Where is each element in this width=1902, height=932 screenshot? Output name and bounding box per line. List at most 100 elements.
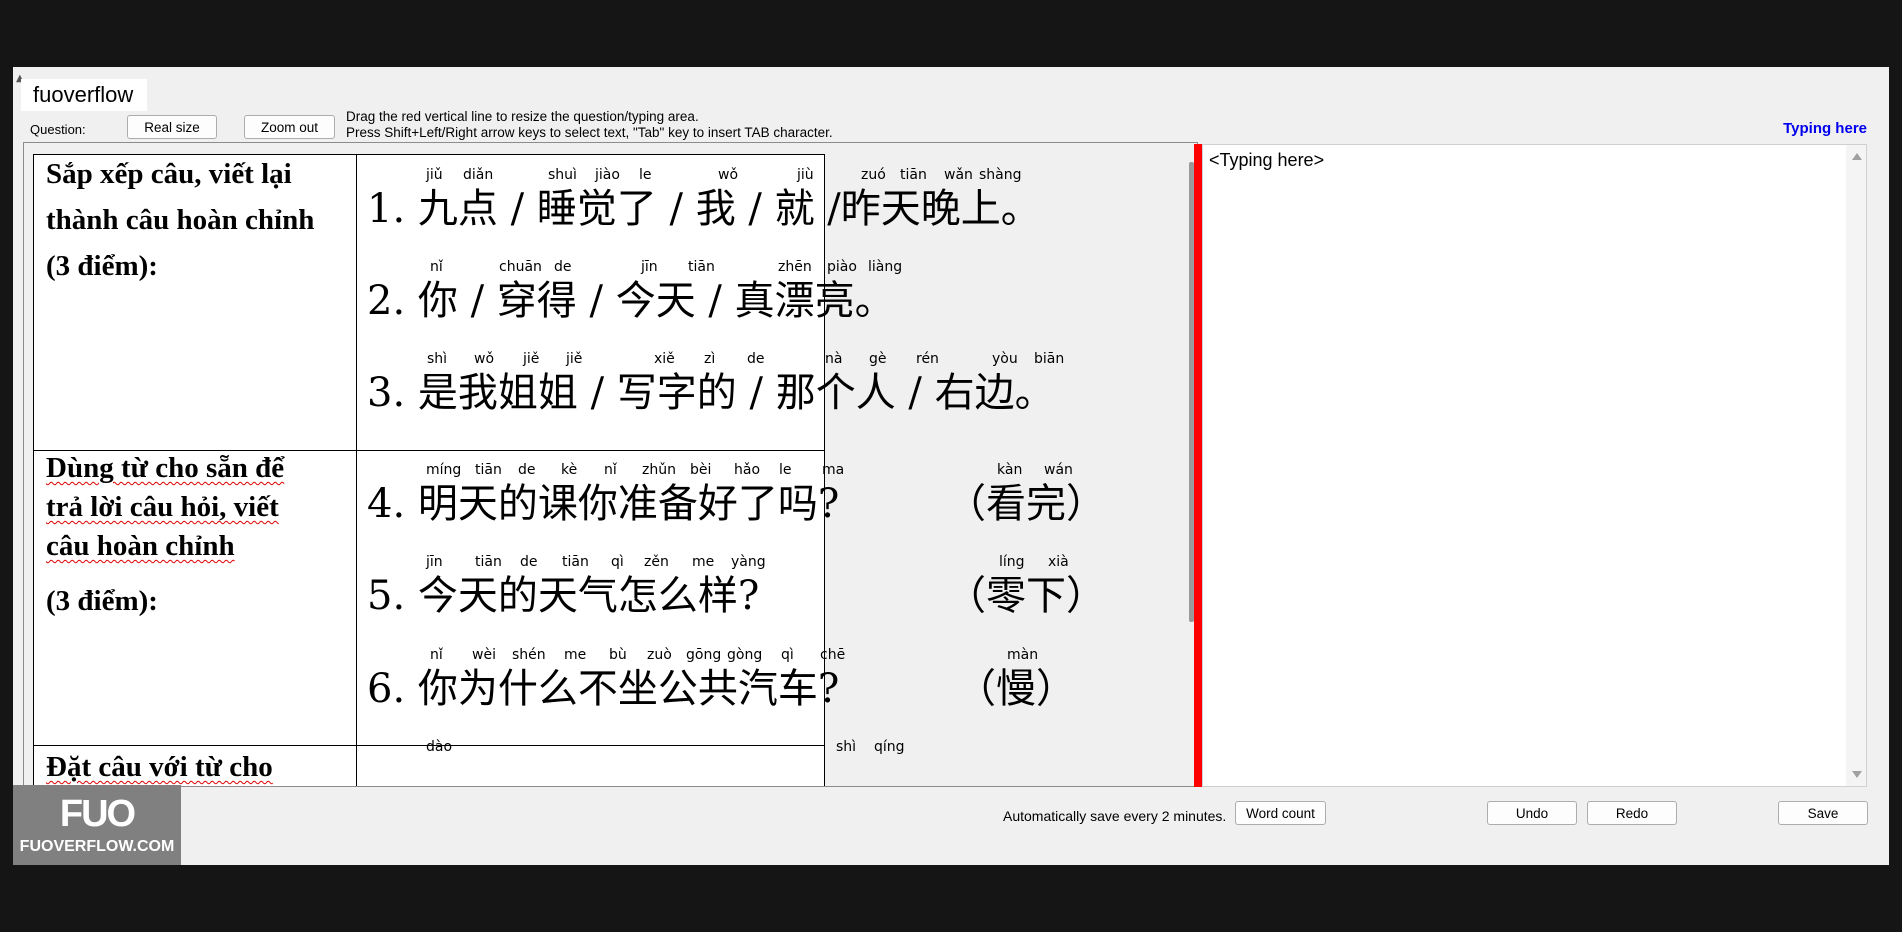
instruction-line-2: Press Shift+Left/Right arrow keys to sel… [346, 125, 833, 140]
q2-pinyin-1: chuān [499, 259, 542, 275]
q6-hint: （慢） [956, 666, 1076, 712]
q3-pinyin-10: yòu [992, 351, 1018, 367]
q6-pinyin-1: wèi [472, 647, 496, 663]
q4-pinyin-1: tiān [475, 462, 502, 478]
logo-mark: FUO [59, 793, 136, 835]
q6-pinyin-7: gòng [727, 647, 763, 663]
question-6: nǐ wèi shén me bù zuò gōng gòng qì chē m… [34, 647, 1076, 721]
redo-button[interactable]: Redo [1587, 801, 1677, 825]
real-size-button[interactable]: Real size [127, 115, 217, 139]
q3-pinyin-0: shì [427, 351, 448, 367]
q2-text: 2. 你 / 穿得 / 今天 / 真漂亮。 [367, 278, 895, 324]
typing-area[interactable]: <Typing here> [1202, 144, 1867, 787]
q4-pinyin-5: zhǔn [642, 462, 676, 478]
exam-window: ▲ fuoverflow Question: Real size Zoom ou… [13, 67, 1889, 865]
q4-text: 4. 明天的课你准备好了吗? [367, 481, 840, 527]
q4-pinyin-7: hǎo [734, 462, 761, 478]
typing-text[interactable]: <Typing here> [1209, 150, 1324, 171]
q2-pinyin-5: zhēn [778, 259, 812, 275]
q4-pinyin-9: ma [822, 462, 845, 478]
question-label: Question: [30, 122, 86, 137]
q3-pinyin-5: zì [704, 351, 716, 367]
q6-pinyin-5: zuò [647, 647, 672, 663]
question-5: jīn tiān de tiān qì zěn me yàng líng xià… [34, 554, 1106, 628]
q5-hint-pinyin-1: xià [1048, 554, 1069, 570]
tab-title: fuoverflow [21, 79, 148, 111]
question-pane[interactable]: Sắp xếp câu, viết lại thành câu hoàn chỉ… [23, 142, 1198, 787]
q4-pinyin-2: de [518, 462, 536, 478]
undo-button[interactable]: Undo [1487, 801, 1577, 825]
q4-pinyin-6: bèi [690, 462, 712, 478]
q4-pinyin-0: míng [426, 462, 462, 478]
q3-pinyin-3: jiě [566, 351, 583, 367]
q5-text: 5. 今天的天气怎么样? [367, 573, 760, 619]
resize-divider[interactable] [1194, 144, 1202, 787]
question-7-8: dào shì qíng [34, 739, 905, 786]
q6-pinyin-9: chē [820, 647, 846, 663]
question-2: nǐ chuān de jīn tiān zhēn piào liàng 2. … [34, 259, 902, 333]
scroll-up-arrow-icon[interactable] [1852, 153, 1862, 160]
logo-text: FUOVERFLOW.COM [19, 838, 175, 855]
autosave-status: Automatically save every 2 minutes. [1003, 808, 1227, 824]
q2-pinyin-6: piào [827, 259, 857, 275]
save-button[interactable]: Save [1778, 801, 1868, 825]
q3-pinyin-7: nà [825, 351, 843, 367]
q1-text: 1. 九点 / 睡觉了 / 我 / 就 /昨天晚上。 [367, 186, 1041, 232]
q5-pinyin-5: zěn [644, 554, 669, 570]
q7-pinyin-0: dào [426, 739, 453, 755]
q6-pinyin-2: shén [512, 647, 546, 663]
q1-pinyin-0: jiǔ [426, 167, 443, 183]
q3-pinyin-11: biān [1034, 351, 1065, 367]
q3-pinyin-4: xiě [654, 351, 675, 367]
q2-pinyin-4: tiān [688, 259, 715, 275]
q4-hint-pinyin-1: wán [1044, 462, 1073, 478]
q4-hint-pinyin-0: kàn [997, 462, 1023, 478]
q3-pinyin-2: jiě [523, 351, 540, 367]
q6-pinyin-6: gōng [686, 647, 722, 663]
q5-pinyin-4: qì [611, 554, 624, 570]
q5-pinyin-1: tiān [475, 554, 502, 570]
q2-pinyin-2: de [554, 259, 572, 275]
q6-hint-pinyin-0: màn [1007, 647, 1039, 663]
q5-hint: （零下） [946, 573, 1106, 619]
q4-pinyin-4: nǐ [604, 462, 617, 478]
q5-pinyin-3: tiān [562, 554, 589, 570]
q3-pinyin-6: de [747, 351, 765, 367]
q6-pinyin-8: qì [781, 647, 794, 663]
question-3: shì wǒ jiě jiě xiě zì de nà gè rén yòu b… [34, 351, 1064, 425]
scroll-down-arrow-icon[interactable] [1852, 771, 1862, 778]
q1-pinyin-3: jiào [595, 167, 620, 183]
word-count-button[interactable]: Word count [1235, 801, 1326, 825]
q5-pinyin-6: me [692, 554, 715, 570]
q1-pinyin-4: le [639, 167, 652, 183]
q3-pinyin-9: rén [916, 351, 939, 367]
fuoverflow-logo: FUO FUOVERFLOW.COM [13, 785, 181, 865]
q6-pinyin-4: bù [609, 647, 627, 663]
question-1: jiǔ diǎn shuì jiào le wǒ jiù zuó tiān wǎ… [34, 167, 1041, 241]
typing-scrollbar[interactable] [1846, 145, 1866, 786]
zoom-out-button[interactable]: Zoom out [244, 115, 335, 139]
q6-pinyin-3: me [564, 647, 587, 663]
q1-pinyin-5: wǒ [718, 167, 739, 183]
q3-pinyin-1: wǒ [474, 351, 495, 367]
instructions: Drag the red vertical line to resize the… [346, 109, 833, 141]
q1-pinyin-2: shuì [548, 167, 577, 183]
q8-pinyin-0: shì [836, 739, 857, 755]
question-sheet: Sắp xếp câu, viết lại thành câu hoàn chỉ… [33, 154, 1106, 786]
q1-pinyin-9: wǎn [944, 167, 973, 183]
q5-pinyin-2: de [520, 554, 538, 570]
q4-hint: （看完） [946, 481, 1106, 527]
q5-pinyin-0: jīn [426, 554, 443, 570]
question-4: míng tiān de kè nǐ zhǔn bèi hǎo le ma kà… [34, 462, 1106, 536]
q4-pinyin-8: le [779, 462, 792, 478]
q8-pinyin-1: qíng [874, 739, 905, 755]
q3-pinyin-8: gè [869, 351, 887, 367]
q6-pinyin-0: nǐ [430, 647, 443, 663]
typing-here-link[interactable]: Typing here [1783, 120, 1867, 137]
instruction-line-1: Drag the red vertical line to resize the… [346, 109, 699, 124]
q1-pinyin-10: shàng [979, 167, 1022, 183]
q1-pinyin-7: zuó [861, 167, 886, 183]
q5-pinyin-7: yàng [731, 554, 766, 570]
q2-pinyin-7: liàng [868, 259, 903, 275]
q1-pinyin-6: jiù [797, 167, 814, 183]
